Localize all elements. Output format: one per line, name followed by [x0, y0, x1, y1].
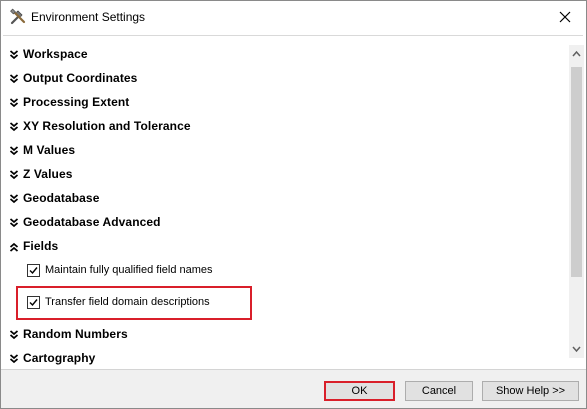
section-label: Cartography — [23, 351, 96, 365]
double-chevron-down-icon — [9, 144, 19, 156]
section-workspace[interactable]: Workspace — [9, 45, 88, 63]
section-label: Output Coordinates — [23, 71, 138, 85]
close-icon[interactable] — [556, 8, 574, 26]
section-label: Random Numbers — [23, 327, 128, 341]
section-label: XY Resolution and Tolerance — [23, 119, 191, 133]
tools-icon — [9, 8, 27, 26]
section-fields[interactable]: Fields — [9, 237, 58, 255]
vertical-scrollbar[interactable] — [569, 45, 584, 358]
cancel-button[interactable]: Cancel — [405, 381, 473, 401]
double-chevron-down-icon — [9, 168, 19, 180]
double-chevron-down-icon — [9, 96, 19, 108]
double-chevron-down-icon — [9, 120, 19, 132]
window-title: Environment Settings — [31, 10, 146, 24]
section-m-values[interactable]: M Values — [9, 141, 75, 159]
double-chevron-down-icon — [9, 72, 19, 84]
section-label: Processing Extent — [23, 95, 130, 109]
checkbox-label: Transfer field domain descriptions — [45, 296, 210, 308]
title-bar: Environment Settings — [1, 1, 586, 33]
double-chevron-down-icon — [9, 48, 19, 60]
double-chevron-down-icon — [9, 352, 19, 364]
settings-panel: Workspace Output Coordinates Processing … — [3, 35, 583, 369]
scrollbar-thumb[interactable] — [571, 67, 582, 277]
ok-button[interactable]: OK — [324, 381, 395, 401]
environment-settings-window: Environment Settings Workspace Output Co… — [0, 0, 587, 409]
section-processing-extent[interactable]: Processing Extent — [9, 93, 129, 111]
section-z-values[interactable]: Z Values — [9, 165, 73, 183]
maintain-qualified-names-checkbox[interactable] — [27, 263, 40, 277]
section-geodatabase-advanced[interactable]: Geodatabase Advanced — [9, 213, 161, 231]
section-label: M Values — [23, 143, 76, 157]
double-chevron-down-icon — [9, 216, 19, 228]
double-chevron-up-icon — [9, 240, 19, 252]
checkbox-label: Maintain fully qualified field names — [45, 264, 213, 276]
option-transfer-domain-descriptions: Transfer field domain descriptions — [27, 294, 210, 310]
scroll-down-arrow-icon[interactable] — [569, 342, 584, 356]
section-random-numbers[interactable]: Random Numbers — [9, 325, 128, 343]
section-geodatabase[interactable]: Geodatabase — [9, 189, 99, 207]
section-label: Geodatabase Advanced — [23, 215, 161, 229]
show-help-button[interactable]: Show Help >> — [482, 381, 579, 401]
double-chevron-down-icon — [9, 192, 19, 204]
section-label: Workspace — [23, 47, 88, 61]
scroll-up-arrow-icon[interactable] — [569, 47, 584, 61]
section-output-coordinates[interactable]: Output Coordinates — [9, 69, 137, 87]
transfer-domain-descriptions-checkbox[interactable] — [27, 295, 40, 309]
dialog-footer: OK Cancel Show Help >> — [1, 369, 586, 408]
section-cartography[interactable]: Cartography — [9, 349, 95, 367]
section-label: Geodatabase — [23, 191, 100, 205]
section-xy-resolution[interactable]: XY Resolution and Tolerance — [9, 117, 191, 135]
section-label: Fields — [23, 239, 59, 253]
double-chevron-down-icon — [9, 328, 19, 340]
section-label: Z Values — [23, 167, 73, 181]
option-maintain-qualified-names: Maintain fully qualified field names — [27, 262, 213, 278]
